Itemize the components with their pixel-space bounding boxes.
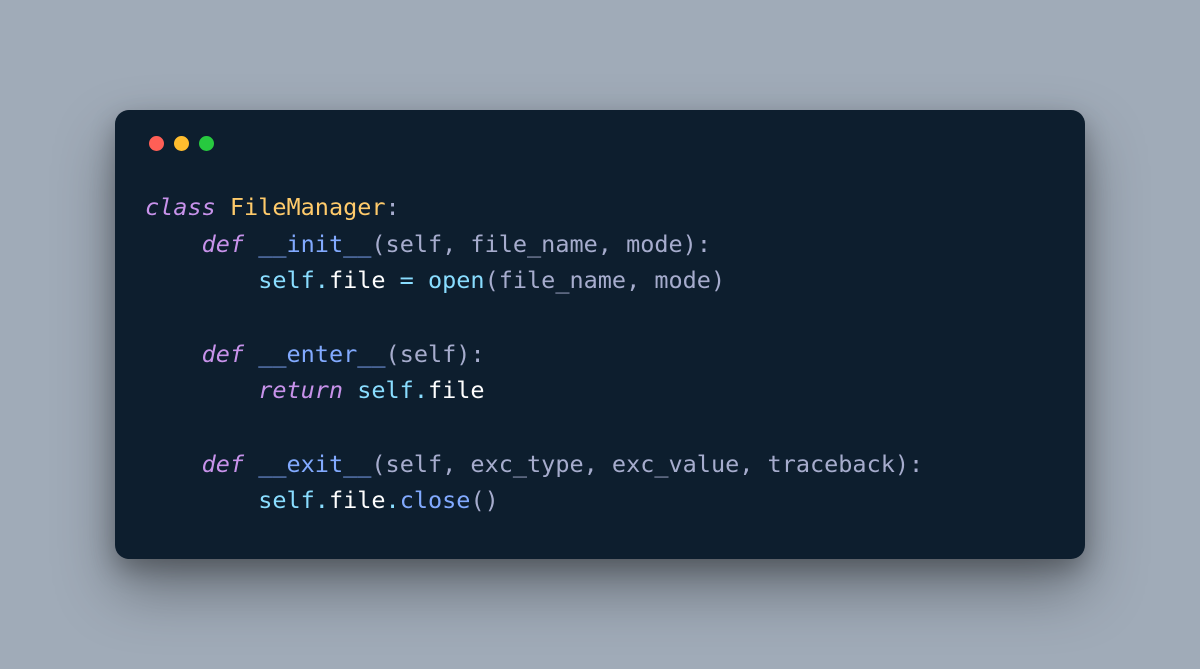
- parens: (): [470, 486, 498, 514]
- indent: [145, 230, 202, 258]
- indent: [145, 340, 202, 368]
- paren-close: ):: [683, 230, 711, 258]
- zoom-icon[interactable]: [199, 136, 214, 151]
- params: self, exc_type, exc_value, traceback: [386, 450, 895, 478]
- attr-file: file: [329, 486, 386, 514]
- equals: =: [386, 266, 428, 294]
- paren-close: ): [711, 266, 725, 294]
- indent: [145, 486, 258, 514]
- fn-init: __init__: [258, 230, 371, 258]
- keyword-def: def: [202, 230, 244, 258]
- paren-open: (: [371, 230, 385, 258]
- method-close: close: [400, 486, 471, 514]
- keyword-def: def: [202, 340, 244, 368]
- dot: .: [414, 376, 428, 404]
- paren-open: (: [371, 450, 385, 478]
- code-block: class FileManager: def __init__(self, fi…: [145, 189, 1055, 519]
- fn-enter: __enter__: [258, 340, 385, 368]
- dot: .: [386, 486, 400, 514]
- close-icon[interactable]: [149, 136, 164, 151]
- paren-close: ):: [895, 450, 923, 478]
- dot: .: [315, 266, 329, 294]
- params: self, file_name, mode: [386, 230, 683, 258]
- params: self: [400, 340, 457, 368]
- self: self: [357, 376, 414, 404]
- fn-exit: __exit__: [258, 450, 371, 478]
- paren-close: ):: [456, 340, 484, 368]
- indent: [145, 376, 258, 404]
- keyword-def: def: [202, 450, 244, 478]
- indent: [145, 450, 202, 478]
- attr-file: file: [329, 266, 386, 294]
- class-name: FileManager: [230, 193, 386, 221]
- minimize-icon[interactable]: [174, 136, 189, 151]
- keyword-return: return: [258, 376, 343, 404]
- window-titlebar: [145, 136, 1055, 151]
- args: file_name, mode: [499, 266, 711, 294]
- paren-open: (: [386, 340, 400, 368]
- colon: :: [386, 193, 400, 221]
- code-window: class FileManager: def __init__(self, fi…: [115, 110, 1085, 559]
- attr-file: file: [428, 376, 485, 404]
- dot: .: [315, 486, 329, 514]
- indent: [145, 266, 258, 294]
- self: self: [258, 266, 315, 294]
- keyword-class: class: [145, 193, 216, 221]
- paren-open: (: [485, 266, 499, 294]
- self: self: [258, 486, 315, 514]
- builtin-open: open: [428, 266, 485, 294]
